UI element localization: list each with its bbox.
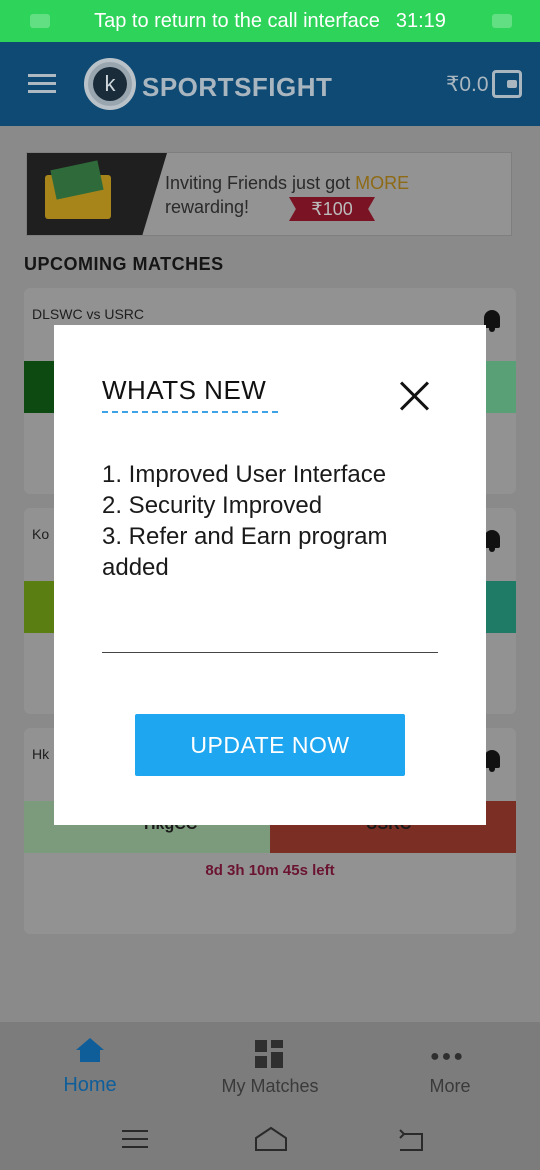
banner-text-2: rewarding! [165,197,250,217]
match-title: Hk [32,746,50,762]
nav-my-matches-label: My Matches [221,1076,319,1096]
home-icon [76,1038,104,1064]
release-note-item: 3. Refer and Earn program added [102,523,388,581]
grid-icon [255,1040,285,1068]
call-return-bar[interactable]: Tap to return to the call interface 31:1… [0,0,540,42]
battery-icon [492,14,512,28]
release-notes: 1. Improved User Interface 2. Security I… [102,459,452,583]
close-icon[interactable] [398,379,432,413]
envelope-icon [45,175,111,219]
system-home-icon[interactable] [254,1126,288,1152]
section-title: UPCOMING MATCHES [24,254,224,274]
nav-my-matches[interactable]: My Matches [180,1022,360,1110]
app-logo: k [84,58,136,110]
nav-more[interactable]: ●●● More [360,1022,540,1110]
logo-letter: k [93,67,127,101]
app-name: SPORTSFIGHT [142,72,333,102]
referral-banner[interactable]: Inviting Friends just got MORE rewarding… [26,152,512,236]
banner-text-1: Inviting Friends just got [165,173,356,193]
nav-home-label: Home [63,1074,117,1096]
banner-amount: ₹100 [289,197,375,221]
whats-new-dialog: WHATS NEW 1. Improved User Interface 2. … [54,325,486,825]
match-title: Ko [32,526,50,542]
call-status-icon [30,14,50,28]
more-dots-icon: ●●● [430,1048,465,1065]
update-now-button[interactable]: UPDATE NOW [135,714,405,776]
wallet-balance[interactable]: ₹0.0 [446,72,489,97]
nav-home[interactable]: Home [0,1022,180,1110]
call-duration: 31:19 [395,9,446,32]
system-nav-bar [0,1110,540,1170]
match-countdown: 8d 3h 10m 45s left [205,862,335,879]
dialog-title: WHATS NEW [102,375,267,405]
system-back-icon[interactable] [398,1128,426,1152]
bottom-nav: Home My Matches ●●● More [0,1022,540,1110]
nav-more-label: More [429,1076,471,1096]
menu-icon[interactable] [28,74,56,94]
release-note-item: 2. Security Improved [102,492,323,519]
title-underline [102,411,278,413]
match-title: DLSWC vs USRC [32,306,145,322]
banner-highlight: MORE [355,173,410,193]
release-note-item: 1. Improved User Interface [102,461,387,488]
app-header: k SPORTSFIGHT ₹0.0 [0,42,540,126]
banner-message: Inviting Friends just got MORE rewarding… [165,171,409,219]
call-return-text: Tap to return to the call interface [94,9,380,32]
divider [102,652,438,653]
wallet-icon[interactable] [492,70,522,98]
recent-apps-icon[interactable] [122,1130,148,1150]
